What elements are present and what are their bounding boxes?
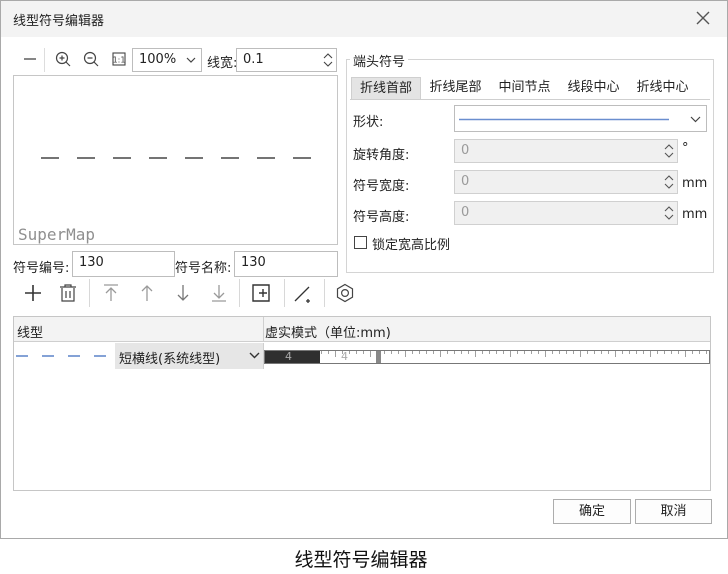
spinner-icon[interactable] [323, 51, 333, 69]
height-label: 符号高度: [353, 210, 410, 225]
editor-window: 线型符号编辑器 1:1 100% 线宽: 0.1 SuperMap 符号编号: … [0, 0, 728, 539]
line-width-label: 线宽: [207, 56, 238, 71]
col-linetype-header: 线型 [17, 326, 44, 341]
header-divider [263, 317, 264, 342]
shape-line-sample [459, 118, 669, 121]
line-width-input[interactable]: 0.1 [236, 48, 337, 72]
delete-icon[interactable] [57, 282, 79, 304]
tab-segment-center[interactable]: 线段中心 [560, 77, 627, 100]
hexagon-icon[interactable] [334, 282, 356, 304]
preview-watermark: SuperMap [18, 225, 96, 244]
toolbar-divider [89, 279, 90, 307]
shape-select[interactable] [454, 105, 707, 132]
symbol-width-input[interactable]: 0 [454, 170, 678, 194]
symbol-code-value: 130 [79, 255, 104, 270]
dash-segment-gap-value: 4 [341, 350, 348, 363]
window-title: 线型符号编辑器 [13, 14, 105, 29]
move-up-icon[interactable] [136, 282, 158, 304]
end-symbol-group-label: 端头符号 [350, 51, 409, 70]
line-add-icon[interactable] [292, 282, 314, 304]
height-unit: mm [682, 207, 708, 222]
toolbar-divider [324, 279, 325, 307]
tab-middle-node[interactable]: 中间节点 [491, 77, 558, 100]
tab-underline [350, 99, 710, 100]
tab-polyline-end[interactable]: 折线尾部 [422, 77, 489, 100]
insert-icon[interactable] [250, 282, 272, 304]
zoom-in-icon[interactable] [52, 48, 74, 70]
symbol-name-label: 符号名称: [175, 261, 232, 276]
svg-text:1:1: 1:1 [113, 56, 126, 65]
symbol-height-input[interactable]: 0 [454, 201, 678, 225]
dash-segment-solid[interactable]: 4 [265, 350, 320, 363]
dash-preview-line [41, 157, 311, 159]
chevron-down-icon [186, 57, 196, 63]
spinner-icon[interactable] [664, 173, 674, 191]
symbol-width-value: 0 [461, 174, 470, 189]
spinner-icon[interactable] [664, 204, 674, 222]
close-icon[interactable] [694, 9, 712, 27]
actual-size-icon[interactable]: 1:1 [108, 48, 130, 70]
ok-button[interactable]: 确定 [553, 499, 631, 524]
minus-icon[interactable] [19, 48, 41, 70]
linetype-name: 短横线(系统线型) [119, 352, 221, 367]
line-width-value: 0.1 [243, 52, 264, 67]
add-icon[interactable] [22, 282, 44, 304]
move-down-icon[interactable] [172, 282, 194, 304]
chevron-down-icon [690, 116, 701, 123]
rotation-unit: ° [682, 141, 689, 156]
lock-ratio-label: 锁定宽高比例 [372, 238, 451, 253]
toolbar-divider [239, 279, 240, 307]
symbol-name-value: 130 [241, 255, 266, 270]
symbol-code-label: 符号编号: [13, 261, 70, 276]
zoom-value: 100% [139, 52, 177, 67]
table-row[interactable]: 短横线(系统线型) 4 4 [14, 343, 710, 369]
cancel-button[interactable]: 取消 [635, 499, 712, 524]
figure-caption: 线型符号编辑器 [294, 549, 428, 571]
linetype-table: 线型 虚实模式（单位:mm) 短横线(系统线型) 4 4 [13, 316, 711, 491]
col-dash-mode-header: 虚实模式（单位:mm) [265, 326, 391, 341]
zoom-select[interactable]: 100% [132, 48, 202, 72]
symbol-code-input[interactable]: 130 [72, 251, 175, 277]
shape-label: 形状: [353, 115, 384, 130]
move-top-icon[interactable] [100, 282, 122, 304]
symbol-height-value: 0 [461, 205, 470, 220]
tab-polyline-center[interactable]: 折线中心 [629, 77, 696, 100]
dash-ruler[interactable]: 4 4 [264, 350, 710, 364]
dash-segment-solid-value: 4 [285, 350, 292, 363]
rotation-label: 旋转角度: [353, 148, 410, 163]
lock-ratio-checkbox[interactable] [354, 236, 367, 249]
toolbar-divider [44, 48, 45, 72]
table-header: 线型 虚实模式（单位:mm) [14, 317, 710, 342]
toolbar-divider [284, 279, 285, 307]
move-bottom-icon[interactable] [208, 282, 230, 304]
title-bar: 线型符号编辑器 [1, 1, 727, 37]
width-label: 符号宽度: [353, 179, 410, 194]
chevron-down-icon [249, 352, 260, 359]
rotation-input[interactable]: 0 [454, 139, 678, 163]
line-preview: SuperMap [13, 75, 338, 245]
linetype-combo[interactable]: 短横线(系统线型) [115, 343, 263, 369]
rotation-value: 0 [461, 143, 470, 158]
spinner-icon[interactable] [664, 142, 674, 160]
dash-segment-handle[interactable] [376, 351, 381, 363]
width-unit: mm [682, 176, 708, 191]
zoom-out-icon[interactable] [80, 48, 102, 70]
linetype-sample [16, 355, 114, 357]
tab-polyline-start[interactable]: 折线首部 [351, 77, 421, 100]
dash-segment-gap[interactable]: 4 [320, 350, 376, 363]
symbol-name-input[interactable]: 130 [234, 251, 338, 277]
